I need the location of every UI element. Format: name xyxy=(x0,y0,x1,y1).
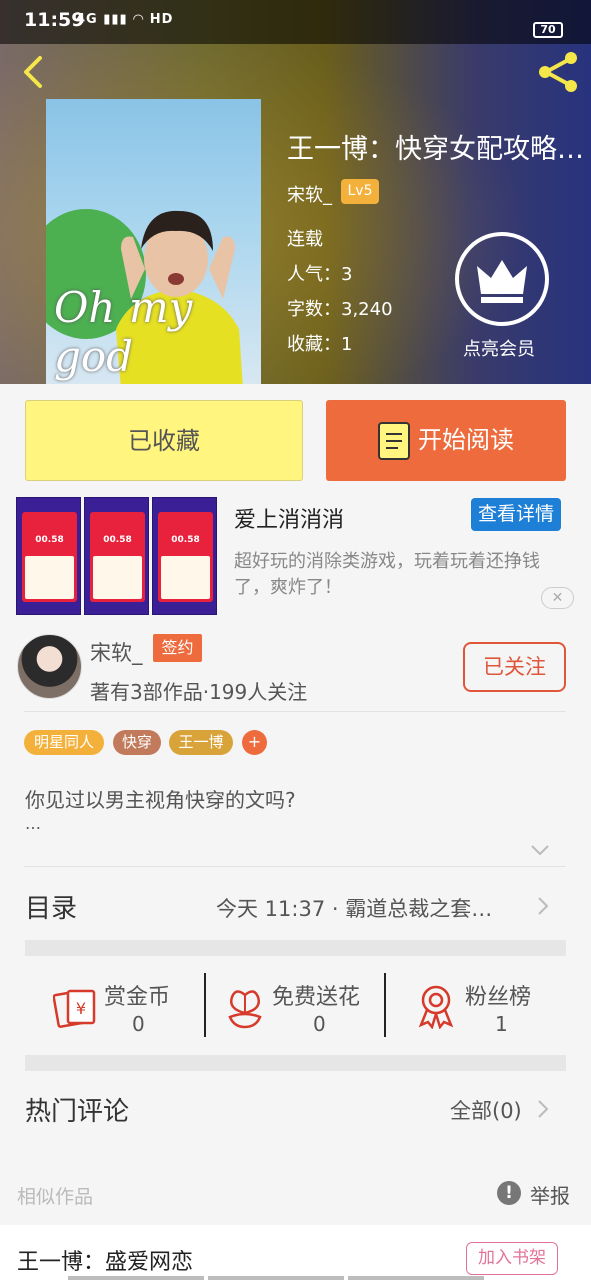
tag-item[interactable]: 王一博 xyxy=(169,730,233,755)
follow-button[interactable]: 已关注 xyxy=(463,642,566,692)
stat-value: 0 xyxy=(132,1012,145,1036)
stat-divider xyxy=(204,973,206,1037)
tag-item[interactable]: 快穿 xyxy=(113,730,161,755)
chevron-right-icon[interactable] xyxy=(537,1099,549,1119)
stat-divider xyxy=(384,973,386,1037)
ad-details-button[interactable]: 查看详情 xyxy=(471,498,561,531)
ad-screenshot: 00.58 xyxy=(84,497,149,615)
stat-value: 0 xyxy=(313,1012,326,1036)
book-detail-page: 11:59 4G ▮▮▮ ◠ HD 70 Oh my god 王一博：快穿女配攻… xyxy=(0,0,591,1280)
book-header: 11:59 4G ▮▮▮ ◠ HD 70 Oh my god 王一博：快穿女配攻… xyxy=(0,0,591,384)
cover-caption: Oh my god xyxy=(54,283,193,381)
book-intro: 你见过以男主视角快穿的文吗? xyxy=(25,788,296,812)
ad-image[interactable]: 00.58 00.58 00.58 xyxy=(16,497,218,615)
section-band xyxy=(25,1055,566,1071)
add-to-shelf-button[interactable]: 加入书架 xyxy=(466,1242,558,1275)
all-comments-link[interactable]: 全部(0) xyxy=(450,1095,522,1125)
toc-label[interactable]: 目录 xyxy=(25,888,77,925)
intro-ellipsis: … xyxy=(25,814,41,833)
medal-icon[interactable] xyxy=(413,983,459,1029)
stat-label[interactable]: 赏金币 xyxy=(104,979,170,1011)
hot-comments-label: 热门评论 xyxy=(25,1097,130,1127)
ad-description: 超好玩的消除类游戏，玩着玩着还挣钱了，爽炸了！ xyxy=(234,551,540,598)
stat-label[interactable]: 粉丝榜 xyxy=(465,979,531,1011)
coin-envelope-icon[interactable]: ¥ xyxy=(53,983,99,1029)
book-author[interactable]: 宋软_ xyxy=(287,181,332,207)
chevron-right-icon[interactable] xyxy=(537,896,549,916)
status-bar: 11:59 4G ▮▮▮ ◠ HD 70 xyxy=(0,0,591,44)
book-cover[interactable]: Oh my god xyxy=(46,99,261,384)
vip-label[interactable]: 点亮会员 xyxy=(463,335,535,361)
cover-thumbnail-edge xyxy=(208,1276,344,1280)
cover-thumbnail-edge xyxy=(68,1276,204,1280)
battery-icon: 70 xyxy=(533,22,563,38)
ad-close-icon[interactable]: ✕ xyxy=(541,587,574,609)
expand-chevron-icon[interactable] xyxy=(530,843,550,857)
cover-thumbnail-edge xyxy=(348,1276,484,1280)
flower-icon[interactable] xyxy=(222,983,268,1029)
report-button[interactable]: 举报 xyxy=(530,1180,570,1209)
signed-badge: 签约 xyxy=(153,634,202,662)
book-favorites: 收藏：1 xyxy=(287,334,353,355)
author-name[interactable]: 宋软_ xyxy=(90,637,143,667)
svg-text:¥: ¥ xyxy=(76,999,86,1018)
start-reading-button[interactable]: 开始阅读 xyxy=(326,400,566,481)
vip-crown-icon[interactable] xyxy=(455,232,549,326)
book-icon xyxy=(378,422,410,460)
share-icon[interactable] xyxy=(534,48,582,96)
tag-item[interactable]: 明星同人 xyxy=(24,730,104,755)
back-arrow-icon[interactable] xyxy=(18,54,54,90)
ad-screenshot: 00.58 xyxy=(152,497,217,615)
book-popularity: 人气：3 xyxy=(287,264,353,285)
book-word-count: 字数：3,240 xyxy=(287,299,393,320)
add-tag-icon[interactable]: + xyxy=(242,730,267,755)
stat-value: 1 xyxy=(495,1012,508,1036)
book-title: 王一博：快穿女配攻略… xyxy=(287,134,584,165)
ad-screenshot: 00.58 xyxy=(16,497,81,615)
stat-label[interactable]: 免费送花 xyxy=(272,979,360,1011)
report-icon[interactable]: ! xyxy=(497,1181,521,1205)
divider xyxy=(24,866,566,867)
divider xyxy=(24,711,566,712)
ad-title[interactable]: 爱上消消消 xyxy=(234,502,344,534)
section-band xyxy=(25,940,566,956)
author-level-badge: Lv5 xyxy=(341,179,379,204)
author-avatar[interactable] xyxy=(17,634,82,699)
toc-latest-chapter[interactable]: 今天 11:37 · 霸道总裁之套… xyxy=(216,893,516,923)
similar-work-title[interactable]: 王一博：盛爱网恋 xyxy=(17,1244,193,1276)
book-status: 连载 xyxy=(287,229,323,250)
similar-works-label: 相似作品 xyxy=(17,1186,94,1208)
signal-icon: 4G ▮▮▮ ◠ HD xyxy=(76,12,174,27)
favorited-button[interactable]: 已收藏 xyxy=(25,400,303,481)
author-stats: 著有3部作品·199人关注 xyxy=(90,680,308,704)
start-reading-label: 开始阅读 xyxy=(418,426,514,454)
